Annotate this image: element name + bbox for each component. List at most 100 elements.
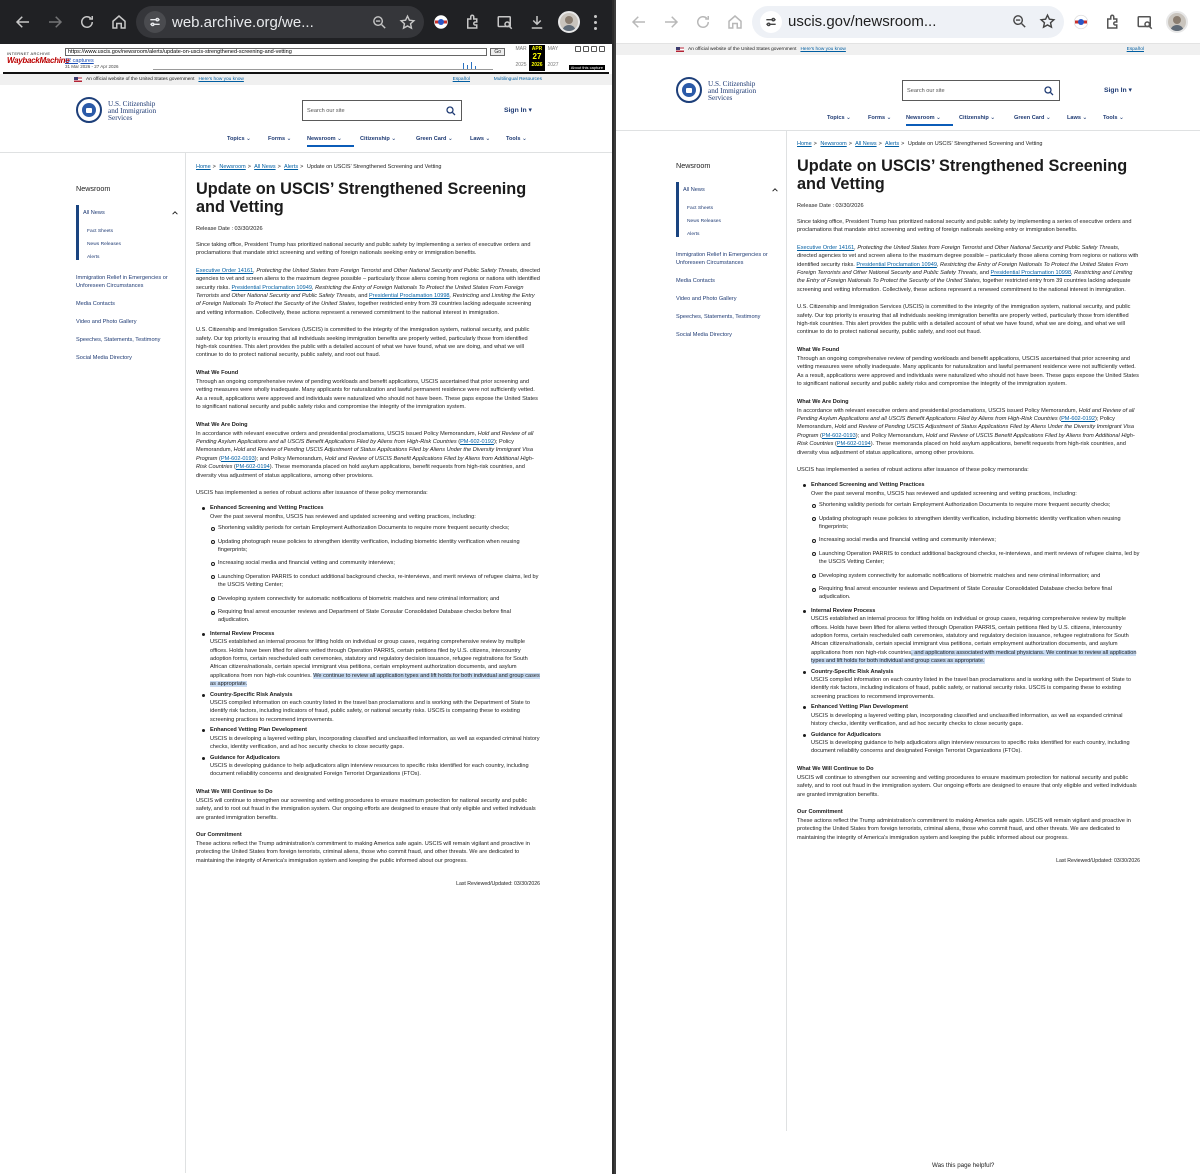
reload-button[interactable] (72, 7, 102, 37)
agency-name[interactable]: U.S. Citizenship and Immigration Services (108, 100, 156, 122)
forward-button[interactable] (656, 7, 686, 37)
reload-button[interactable] (688, 7, 718, 37)
forward-button[interactable] (40, 7, 70, 37)
search-input[interactable]: Search our site (902, 80, 1060, 101)
wayback-go-button[interactable]: Go (490, 47, 505, 56)
browser-menu-icon[interactable] (586, 7, 604, 37)
home-button[interactable] (104, 7, 134, 37)
breadcrumb-home[interactable]: Home (196, 164, 211, 170)
calendar-next[interactable]: MAY 2027 (545, 45, 561, 71)
pp-10998-link[interactable]: Presidential Proclamation 10998 (991, 270, 1072, 276)
pp-10949-link[interactable]: Presidential Proclamation 10949 (856, 262, 937, 268)
calendar-prev[interactable]: MAR 2025 (513, 45, 529, 71)
sign-in-button[interactable]: Sign In ▾ (1104, 86, 1132, 94)
zoom-icon[interactable] (368, 11, 390, 33)
tab-search-icon[interactable] (490, 7, 520, 37)
address-bar[interactable]: uscis.gov/newsroom... (752, 5, 1064, 38)
sidebar-item-video-photo[interactable]: Video and Photo Gallery (676, 295, 782, 303)
nav-tools[interactable]: Tools ⌄ (506, 136, 527, 142)
breadcrumb-alerts[interactable]: Alerts (885, 141, 899, 147)
extension-flag-icon[interactable] (1066, 7, 1096, 37)
sidebar-item-fact-sheets[interactable]: Fact Sheets (687, 206, 782, 211)
back-button[interactable] (624, 7, 654, 37)
breadcrumb-alerts[interactable]: Alerts (284, 164, 298, 170)
nav-green-card[interactable]: Green Card ⌄ (416, 136, 470, 142)
nav-topics[interactable]: Topics ⌄ (827, 115, 868, 121)
nav-forms[interactable]: Forms ⌄ (868, 115, 906, 121)
about-capture-button[interactable]: About this capture (568, 65, 605, 70)
sidebar-item-fact-sheets[interactable]: Fact Sheets (87, 229, 182, 234)
nav-citizenship[interactable]: Citizenship ⌄ (360, 136, 416, 142)
agency-name[interactable]: U.S. Citizenship and Immigration Services (708, 80, 756, 102)
sidebar-item-news-releases[interactable]: News Releases (87, 242, 182, 247)
dhs-seal-icon[interactable] (76, 97, 102, 123)
site-info-icon[interactable] (144, 11, 166, 33)
nav-newsroom[interactable]: Newsroom ⌄ (307, 136, 360, 147)
bookmark-star-icon[interactable] (1036, 11, 1058, 33)
breadcrumb-home[interactable]: Home (797, 141, 812, 147)
how-you-know-link[interactable]: Here's how you know (800, 47, 845, 52)
sidebar-item-social-media[interactable]: Social Media Directory (676, 331, 782, 339)
sidebar-item-media-contacts[interactable]: Media Contacts (76, 300, 182, 308)
sidebar-item-media-contacts[interactable]: Media Contacts (676, 277, 782, 285)
zoom-icon[interactable] (1008, 11, 1030, 33)
sidebar-item-speeches[interactable]: Speeches, Statements, Testimony (676, 313, 782, 321)
dhs-seal-icon[interactable] (676, 77, 702, 103)
back-button[interactable] (8, 7, 38, 37)
extensions-puzzle-icon[interactable] (458, 7, 488, 37)
sidebar-item-news-releases[interactable]: News Releases (687, 219, 782, 224)
pm-0193-link[interactable]: PM-602-0193 (822, 433, 856, 439)
pp-10998-link[interactable]: Presidential Proclamation 10998 (369, 293, 450, 299)
extension-flag-icon[interactable] (426, 7, 456, 37)
capture-sparkline[interactable] (153, 62, 493, 70)
pm-0194-link[interactable]: PM-602-0194 (837, 441, 871, 447)
sidebar-item-immigration-relief[interactable]: Immigration Relief in Emergencies or Unf… (76, 274, 182, 290)
chevron-up-icon[interactable] (772, 187, 778, 193)
nav-forms[interactable]: Forms ⌄ (268, 136, 307, 142)
search-input[interactable]: Search our site (302, 100, 462, 121)
nav-laws[interactable]: Laws ⌄ (470, 136, 506, 142)
nav-topics[interactable]: Topics ⌄ (227, 136, 268, 142)
eo-14161-link[interactable]: Executive Order 14161 (196, 268, 253, 274)
pm-0192-link[interactable]: PM-602-0192 (1061, 416, 1095, 422)
sidebar-item-alerts[interactable]: Alerts (687, 232, 782, 237)
nav-newsroom[interactable]: Newsroom ⌄ (906, 115, 959, 126)
bookmark-star-icon[interactable] (396, 11, 418, 33)
nav-laws[interactable]: Laws ⌄ (1067, 115, 1103, 121)
profile-avatar[interactable] (554, 7, 584, 37)
sidebar-item-immigration-relief[interactable]: Immigration Relief in Emergencies or Unf… (676, 251, 782, 267)
tab-search-icon[interactable] (1130, 7, 1160, 37)
breadcrumb-newsroom[interactable]: Newsroom (219, 164, 245, 170)
multilingual-link[interactable]: Multilingual Resources (494, 77, 542, 82)
nav-green-card[interactable]: Green Card ⌄ (1014, 115, 1067, 121)
sidebar-item-social-media[interactable]: Social Media Directory (76, 354, 182, 362)
nav-citizenship[interactable]: Citizenship ⌄ (959, 115, 1014, 121)
pm-0193-link[interactable]: PM-602-0193 (221, 456, 255, 462)
eo-14161-link[interactable]: Executive Order 14161 (797, 245, 854, 251)
sidebar-item-all-news[interactable]: All News (679, 182, 782, 198)
pp-10949-link[interactable]: Presidential Proclamation 10949 (231, 285, 312, 291)
address-bar[interactable]: web.archive.org/we... (136, 6, 424, 38)
wayback-tool-icons[interactable] (575, 46, 605, 52)
extensions-puzzle-icon[interactable] (1098, 7, 1128, 37)
captures-link[interactable]: 12 captures (65, 58, 94, 64)
wayback-logo[interactable]: INTERNET ARCHIVE WaybackMachine (7, 45, 70, 71)
sidebar-item-video-photo[interactable]: Video and Photo Gallery (76, 318, 182, 326)
pm-0192-link[interactable]: PM-602-0192 (460, 439, 494, 445)
pm-0194-link[interactable]: PM-602-0194 (236, 464, 270, 470)
sidebar-item-alerts[interactable]: Alerts (87, 255, 182, 260)
breadcrumb-newsroom[interactable]: Newsroom (820, 141, 846, 147)
site-info-icon[interactable] (760, 10, 782, 33)
search-icon[interactable] (445, 105, 457, 117)
home-button[interactable] (720, 7, 750, 37)
nav-tools[interactable]: Tools ⌄ (1103, 115, 1124, 121)
how-you-know-link[interactable]: Here's how you know (198, 77, 243, 82)
espanol-link[interactable]: Español (1127, 47, 1144, 52)
search-icon[interactable] (1043, 85, 1055, 97)
profile-avatar[interactable] (1162, 7, 1192, 37)
download-icon[interactable] (522, 7, 552, 37)
espanol-link[interactable]: Español (453, 77, 470, 82)
sign-in-button[interactable]: Sign In ▾ (504, 106, 532, 114)
sidebar-item-all-news[interactable]: All News (79, 205, 182, 221)
breadcrumb-all-news[interactable]: All News (254, 164, 275, 170)
